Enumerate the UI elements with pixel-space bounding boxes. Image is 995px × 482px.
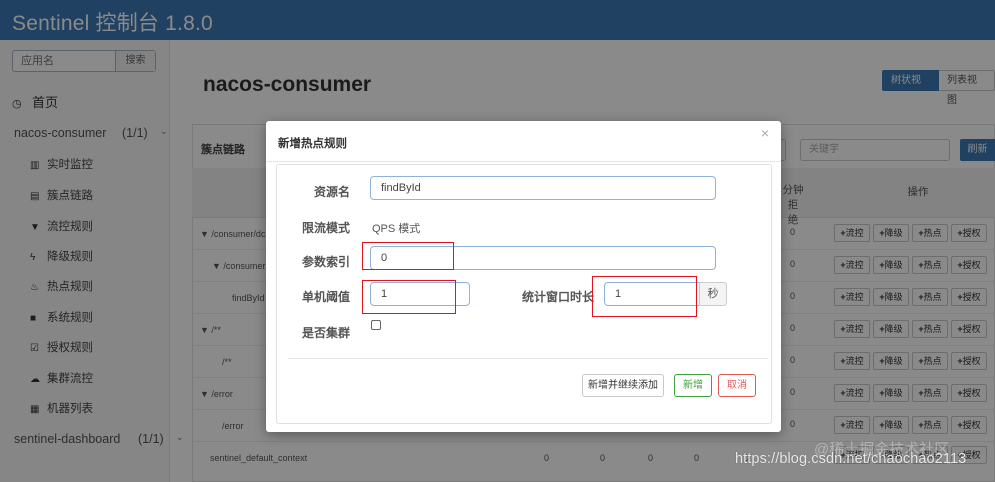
cancel-button[interactable]: 取消	[718, 374, 756, 397]
resource-label: 资源名	[314, 185, 351, 199]
highlight-threshold	[362, 280, 456, 314]
dialog-title: 新增热点规则	[278, 138, 347, 150]
watermark-url: https://blog.csdn.net/chaochao2113	[735, 451, 967, 467]
param-index-label: 参数索引	[302, 255, 351, 269]
add-button[interactable]: 新增	[674, 374, 712, 397]
mode-label: 限流模式	[302, 221, 351, 235]
close-icon[interactable]: ×	[761, 125, 769, 141]
window-label: 统计窗口时长	[522, 290, 595, 304]
highlight-param-index	[362, 242, 454, 270]
mode-value: QPS 模式	[372, 223, 421, 235]
window-unit: 秒	[699, 282, 727, 306]
cluster-checkbox[interactable]	[371, 320, 381, 330]
highlight-window	[592, 276, 697, 317]
add-and-continue-button[interactable]: 新增并继续添加	[582, 374, 664, 397]
form-divider	[288, 358, 768, 359]
resource-name-input[interactable]: findById	[370, 176, 716, 200]
threshold-label: 单机阈值	[302, 290, 351, 304]
dialog-divider	[266, 161, 781, 162]
add-hot-rule-dialog: 新增热点规则 × 资源名 findById 限流模式 QPS 模式 参数索引 0…	[266, 121, 781, 432]
cluster-label: 是否集群	[302, 326, 351, 340]
